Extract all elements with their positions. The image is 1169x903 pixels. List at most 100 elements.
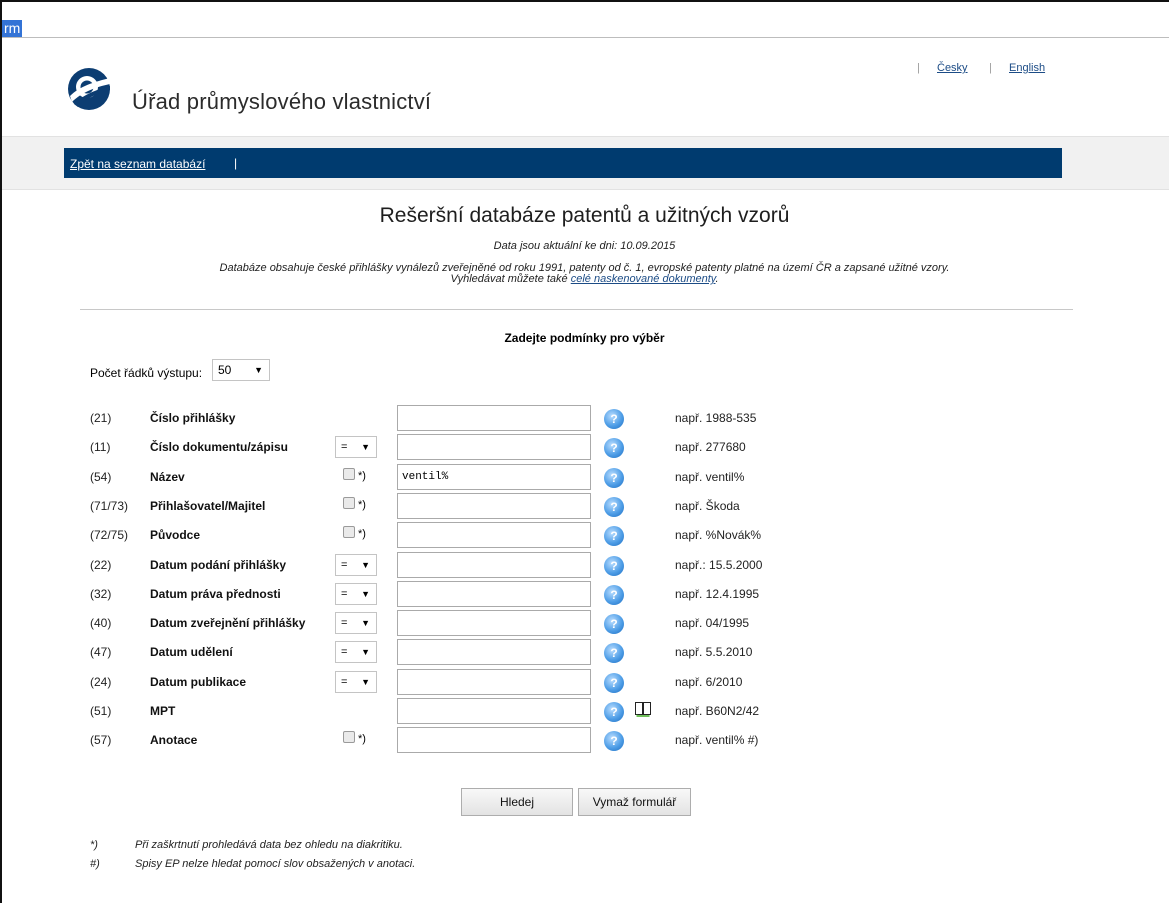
field-input[interactable] <box>397 727 591 754</box>
field-row: (11) Číslo dokumentu/zápisu = ▼? např. 27768… <box>0 432 1169 462</box>
field-label: Anotace <box>150 733 198 748</box>
database-description: Databáze obsahuje české přihlášky vynále… <box>0 263 1169 285</box>
diacritics-checkbox[interactable] <box>343 467 355 480</box>
upv-logo-icon <box>68 68 110 110</box>
rows-count-select[interactable]: 50 ▼ <box>212 359 270 381</box>
field-label: Přihlašovatel/Majitel <box>150 498 266 513</box>
lang-link-english[interactable]: English <box>1009 62 1045 74</box>
field-input[interactable] <box>397 668 591 695</box>
help-icon[interactable]: ? <box>604 702 624 722</box>
field-input[interactable] <box>397 639 591 666</box>
field-example: např. 1988-535 <box>675 411 757 425</box>
field-example: např. 04/1995 <box>675 616 750 631</box>
field-input[interactable] <box>397 492 591 519</box>
description-line-2-prefix: Vyhledávat můžete také <box>450 273 568 285</box>
help-icon[interactable]: ? <box>604 643 624 664</box>
field-code: (40) <box>90 616 112 631</box>
help-icon[interactable]: ? <box>604 496 624 517</box>
browser-bar: rm <box>2 2 1169 38</box>
field-code: (71/73) <box>90 498 129 513</box>
field-example: např. ventil% #) <box>675 733 759 748</box>
field-input[interactable] <box>397 551 591 578</box>
field-example: např. Škoda <box>675 498 740 513</box>
operator-select[interactable]: = ▼ <box>335 641 377 664</box>
scanned-documents-link[interactable]: celé naskenované dokumenty <box>571 273 716 285</box>
field-label: Původce <box>150 528 201 543</box>
chevron-down-icon: ▼ <box>361 647 370 658</box>
checkbox-mark: *) <box>358 469 366 482</box>
field-code: (22) <box>90 557 112 572</box>
help-icon[interactable]: ? <box>604 731 624 752</box>
back-to-databases-link[interactable]: Zpět na seznam databází <box>70 157 205 171</box>
field-row: (40) Datum zveřejnění přihlášky = ▼? např. 0… <box>0 608 1169 638</box>
help-icon[interactable]: ? <box>604 672 624 693</box>
description-line-2-suffix: . <box>715 273 719 285</box>
field-example: např. 5.5.2010 <box>675 645 753 660</box>
help-icon[interactable]: ? <box>604 555 624 576</box>
field-label: Datum publikace <box>150 674 247 689</box>
field-label: MPT <box>150 704 176 718</box>
field-row: (51) MPT? např. B60N2/42 <box>0 696 1169 726</box>
field-row: (21) Číslo přihlášky? např. 1988-535 <box>0 403 1169 433</box>
operator-select[interactable]: = ▼ <box>335 670 377 693</box>
help-icon[interactable]: ? <box>604 614 624 635</box>
data-date: Data jsou aktuální ke dni: 10.09.2015 <box>493 240 676 252</box>
help-icon[interactable]: ? <box>604 526 624 547</box>
field-row: (32) Datum práva přednosti = ▼? např. 12.4.1… <box>0 579 1169 609</box>
field-example: např. 12.4.1995 <box>675 586 760 601</box>
lang-link-czech[interactable]: Česky <box>937 62 968 74</box>
search-button[interactable]: Hledej <box>461 788 573 816</box>
chevron-down-icon: ▼ <box>361 442 370 453</box>
diacritics-checkbox[interactable] <box>343 526 355 539</box>
field-code: (72/75) <box>90 528 129 543</box>
checkbox-mark: *) <box>358 733 366 746</box>
field-input[interactable] <box>397 580 591 607</box>
field-example: např. ventil% <box>675 469 745 484</box>
field-input[interactable] <box>397 405 591 431</box>
lang-separator: | <box>917 62 920 74</box>
chevron-down-icon: ▼ <box>361 676 370 687</box>
field-example: např. B60N2/42 <box>675 704 760 718</box>
diacritics-checkbox[interactable] <box>343 496 355 509</box>
checkbox-mark: *) <box>358 528 366 541</box>
field-input[interactable] <box>397 698 591 724</box>
field-row: (47) Datum udělení = ▼? např. 5.5.2010 <box>0 637 1169 667</box>
checkbox-mark: *) <box>358 498 366 511</box>
chevron-down-icon: ▼ <box>361 559 370 570</box>
field-row: (24) Datum publikace = ▼? např. 6/2010 <box>0 667 1169 697</box>
diacritics-checkbox[interactable] <box>343 731 355 744</box>
selected-text[interactable]: rm <box>2 20 23 37</box>
help-icon[interactable]: ? <box>604 438 624 459</box>
field-row: (54) Název *)? např. ventil% <box>0 462 1169 492</box>
field-label: Číslo dokumentu/zápisu <box>150 440 289 455</box>
office-name: Úřad průmyslového vlastnictví <box>132 89 432 114</box>
operator-select[interactable]: = ▼ <box>335 612 377 635</box>
nav-separator: | <box>234 156 238 170</box>
operator-select[interactable]: = ▼ <box>335 436 377 459</box>
help-icon[interactable]: ? <box>604 409 624 429</box>
field-example: např. 277680 <box>675 440 746 455</box>
field-input[interactable] <box>397 610 591 637</box>
operator-select[interactable]: = ▼ <box>335 553 377 576</box>
book-icon[interactable] <box>634 700 652 718</box>
field-example: např.: 15.5.2000 <box>675 557 763 572</box>
field-code: (47) <box>90 645 112 660</box>
chevron-down-icon: ▼ <box>361 618 370 629</box>
field-label: Datum podání přihlášky <box>150 557 287 572</box>
rows-count-label: Počet řádků výstupu: <box>90 366 203 380</box>
field-input[interactable] <box>397 463 591 490</box>
page-title: Rešeršní databáze patentů a užitných vzo… <box>379 204 790 227</box>
clear-form-button[interactable]: Vymaž formulář <box>578 788 691 816</box>
field-code: (32) <box>90 586 112 601</box>
operator-select[interactable]: = ▼ <box>335 582 377 605</box>
field-input[interactable] <box>397 434 591 461</box>
field-row: (57) Anotace *)? např. ventil% #) <box>0 725 1169 755</box>
field-input[interactable] <box>397 522 591 549</box>
field-code: (24) <box>90 674 112 689</box>
field-row: (72/75) Původce *)? např. %Novák% <box>0 520 1169 550</box>
help-icon[interactable]: ? <box>604 584 624 605</box>
help-icon[interactable]: ? <box>604 467 624 488</box>
divider <box>80 309 1073 310</box>
field-code: (51) <box>90 704 112 718</box>
field-label: Datum udělení <box>150 645 233 660</box>
